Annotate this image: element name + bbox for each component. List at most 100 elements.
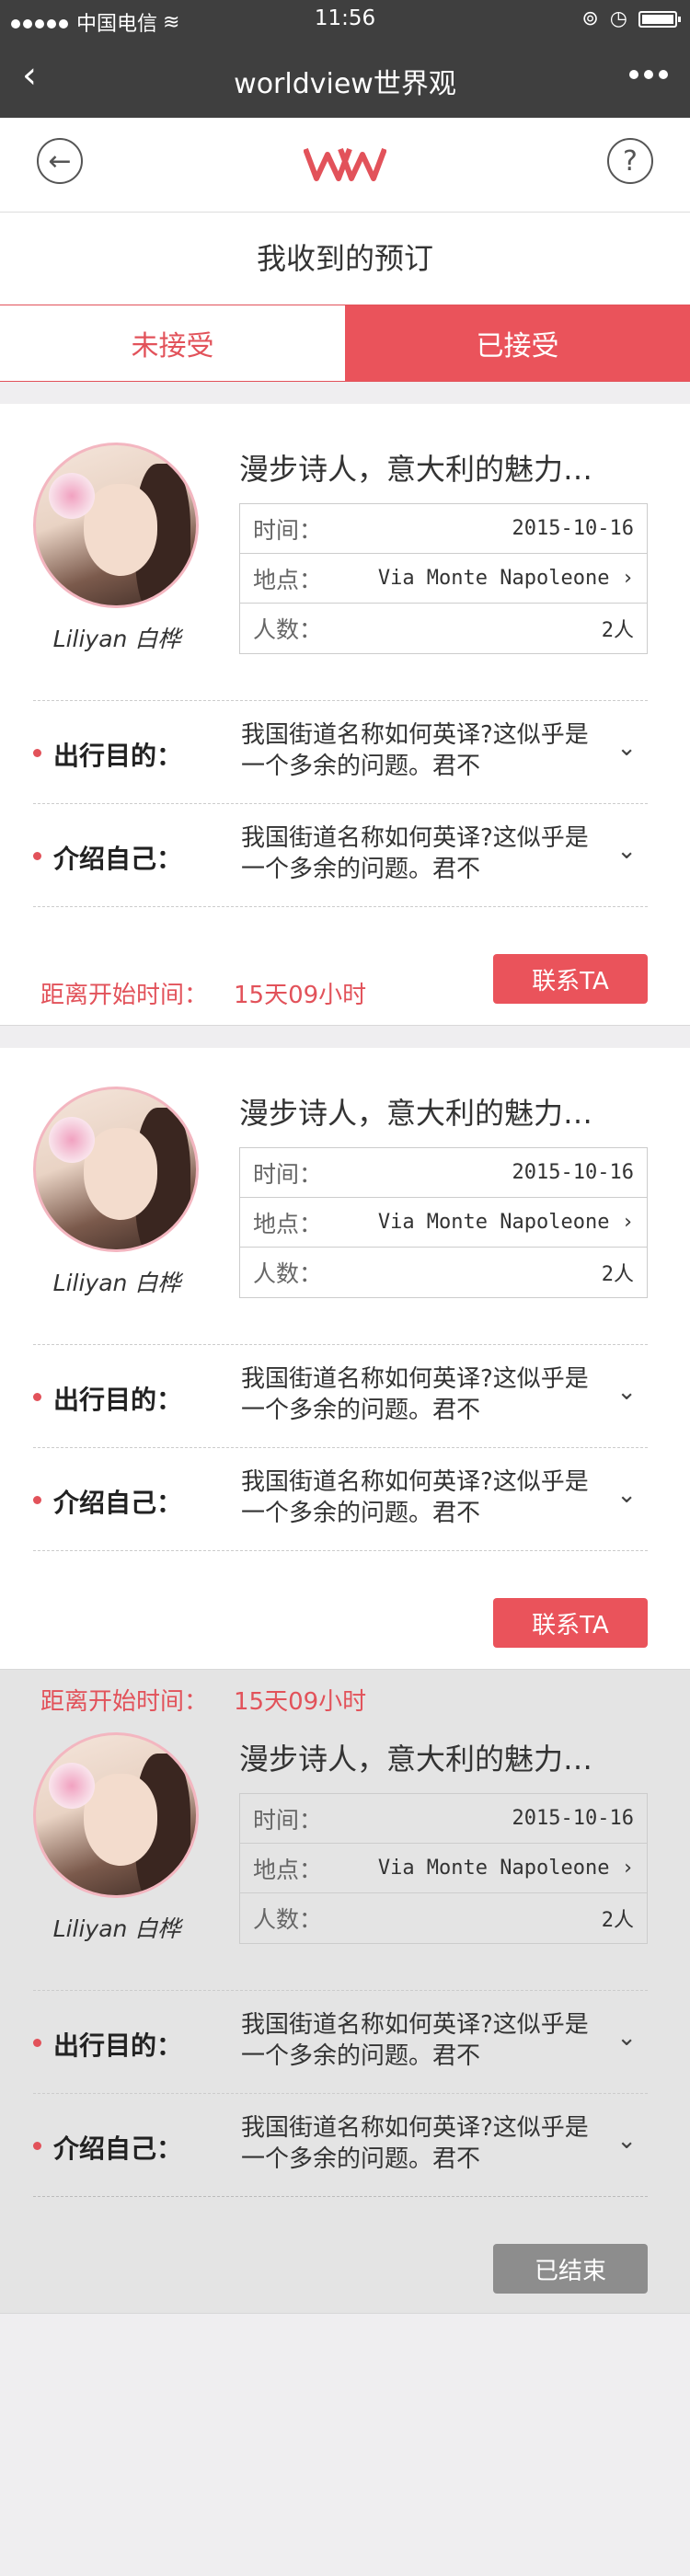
chevron-right-icon: › — [621, 567, 634, 590]
chevron-down-icon[interactable]: ⌄ — [616, 734, 637, 762]
bullet-dot-icon — [33, 1496, 41, 1504]
chevron-right-icon: › — [621, 1211, 634, 1234]
page-title: 我收到的预订 — [0, 213, 690, 305]
intro-row[interactable]: 介绍自己： 我国街道名称如何英译?这似乎是一个多余的问题。君不 ⌄ — [33, 803, 648, 907]
chevron-down-icon[interactable]: ⌄ — [616, 2127, 637, 2155]
countdown-label: 距离开始时间： — [40, 982, 209, 1009]
ended-button: 已结束 — [493, 2244, 648, 2294]
trip-info-table: 时间： 2015-10-16 地点： Via Monte Napoleone › 人… — [239, 503, 648, 654]
bullet-dot-icon — [33, 852, 41, 860]
chevron-down-icon[interactable]: ⌄ — [616, 1481, 637, 1509]
info-row-place[interactable]: 地点： Via Monte Napoleone › — [240, 1198, 647, 1248]
purpose-row[interactable]: 出行目的： 我国街道名称如何英译?这似乎是一个多余的问题。君不 ⌄ — [33, 700, 648, 803]
contact-button[interactable]: 联系TA — [493, 1598, 648, 1648]
trip-title[interactable]: 漫步诗人，意大利的魅力… — [239, 1090, 592, 1133]
info-row-place[interactable]: 地点： Via Monte Napoleone › — [240, 554, 647, 604]
user-name: Liliyan 白桦 — [52, 626, 181, 652]
purpose-text: 我国街道名称如何英译?这似乎是一个多余的问题。君不 — [241, 2011, 589, 2070]
tab-accepted[interactable]: 已接受 — [345, 305, 690, 381]
time-label: 时间： — [253, 516, 323, 544]
avatar — [33, 443, 199, 608]
nav-title: worldview世界观 — [234, 68, 456, 100]
chevron-down-icon[interactable]: ⌄ — [616, 2024, 637, 2052]
app-header: ← ? — [0, 118, 690, 213]
purpose-row[interactable]: 出行目的： 我国街道名称如何英译?这似乎是一个多余的问题。君不 ⌄ — [33, 1990, 648, 2093]
intro-row[interactable]: 介绍自己： 我国街道名称如何英译?这似乎是一个多余的问题。君不 ⌄ — [33, 1447, 648, 1551]
people-value: 2人 — [601, 1263, 634, 1286]
time-value: 2015-10-16 — [512, 517, 634, 540]
booking-card: Liliyan 白桦 漫步诗人，意大利的魅力… 时间： 2015-10-16 地点… — [0, 404, 690, 1026]
avatar — [33, 1732, 199, 1898]
status-bar: 中国电信 ≋ 11:56 ⊚ ◷ — [0, 0, 690, 39]
people-label: 人数： — [253, 616, 323, 643]
trip-info-table: 时间： 2015-10-16 地点： Via Monte Napoleone › 人… — [239, 1793, 648, 1944]
purpose-text: 我国街道名称如何英译?这似乎是一个多余的问题。君不 — [241, 1365, 589, 1424]
worldview-logo — [304, 147, 386, 181]
place-value: Via Monte Napoleone — [377, 1211, 610, 1234]
help-icon[interactable]: ? — [607, 138, 653, 184]
info-row-people: 人数： 2人 — [240, 1893, 647, 1943]
purpose-label: 出行目的： — [53, 1385, 183, 1415]
bullet-dot-icon — [33, 2039, 41, 2047]
bullet-dot-icon — [33, 2142, 41, 2150]
intro-label: 介绍自己： — [53, 844, 183, 874]
time-value: 2015-10-16 — [512, 1807, 634, 1830]
countdown-value: 15天09小时 — [234, 1688, 367, 1716]
avatar — [33, 1087, 199, 1252]
nav-bar: ‹ worldview世界观 — [0, 39, 690, 118]
info-row-people: 人数： 2人 — [240, 1248, 647, 1297]
bullet-dot-icon — [33, 1393, 41, 1401]
trip-info-table: 时间： 2015-10-16 地点： Via Monte Napoleone › 人… — [239, 1147, 648, 1298]
booking-card: Liliyan 白桦 漫步诗人，意大利的魅力… 时间： 2015-10-16 地点… — [0, 1048, 690, 1716]
trip-title[interactable]: 漫步诗人，意大利的魅力… — [239, 1736, 592, 1778]
contact-button[interactable]: 联系TA — [493, 954, 648, 1004]
place-label: 地点： — [253, 1856, 323, 1883]
chevron-right-icon: › — [621, 1857, 634, 1880]
countdown-value: 15天09小时 — [234, 982, 367, 1009]
chevron-down-icon[interactable]: ⌄ — [616, 837, 637, 865]
place-label: 地点： — [253, 566, 323, 593]
countdown: 距离开始时间： 15天09小时 — [40, 1683, 366, 1717]
user-name: Liliyan 白桦 — [52, 1270, 181, 1296]
info-row-place[interactable]: 地点： Via Monte Napoleone › — [240, 1844, 647, 1893]
intro-text: 我国街道名称如何英译?这似乎是一个多余的问题。君不 — [241, 2114, 589, 2173]
purpose-row[interactable]: 出行目的： 我国街道名称如何英译?这似乎是一个多余的问题。君不 ⌄ — [33, 1344, 648, 1447]
time-label: 时间： — [253, 1160, 323, 1188]
place-label: 地点： — [253, 1210, 323, 1237]
countdown: 距离开始时间： 15天09小时 — [40, 976, 366, 1010]
people-label: 人数： — [253, 1260, 323, 1287]
info-row-time: 时间： 2015-10-16 — [240, 1794, 647, 1844]
battery-icon — [638, 10, 681, 28]
orientation-lock-icon: ⊚ — [581, 7, 599, 30]
alarm-icon: ◷ — [609, 7, 627, 30]
status-icons: ⊚ ◷ — [581, 7, 681, 30]
tab-not-accepted[interactable]: 未接受 — [0, 305, 345, 381]
tab-bar: 未接受 已接受 — [0, 305, 690, 382]
people-value: 2人 — [601, 619, 634, 642]
info-row-time: 时间： 2015-10-16 — [240, 504, 647, 554]
place-value: Via Monte Napoleone — [377, 1857, 610, 1880]
trip-title[interactable]: 漫步诗人，意大利的魅力… — [239, 446, 592, 489]
intro-label: 介绍自己： — [53, 2133, 183, 2164]
booking-card-ended: Liliyan 白桦 漫步诗人，意大利的魅力… 时间： 2015-10-16 地点… — [0, 1670, 690, 2314]
people-value: 2人 — [601, 1909, 634, 1932]
intro-text: 我国街道名称如何英译?这似乎是一个多余的问题。君不 — [241, 824, 589, 883]
chevron-down-icon[interactable]: ⌄ — [616, 1378, 637, 1406]
intro-row[interactable]: 介绍自己： 我国街道名称如何英译?这似乎是一个多余的问题。君不 ⌄ — [33, 2093, 648, 2197]
purpose-label: 出行目的： — [53, 741, 183, 771]
purpose-label: 出行目的： — [53, 2030, 183, 2061]
more-menu-icon[interactable] — [629, 70, 668, 79]
time-label: 时间： — [253, 1806, 323, 1834]
intro-text: 我国街道名称如何英译?这似乎是一个多余的问题。君不 — [241, 1468, 589, 1527]
place-value: Via Monte Napoleone — [377, 567, 610, 590]
intro-label: 介绍自己： — [53, 1488, 183, 1518]
time-value: 2015-10-16 — [512, 1161, 634, 1184]
info-row-people: 人数： 2人 — [240, 604, 647, 653]
people-label: 人数： — [253, 1906, 323, 1933]
back-circle-icon[interactable]: ← — [37, 138, 83, 184]
user-name: Liliyan 白桦 — [52, 1915, 181, 1942]
purpose-text: 我国街道名称如何英译?这似乎是一个多余的问题。君不 — [241, 721, 589, 780]
bullet-dot-icon — [33, 749, 41, 757]
countdown-label: 距离开始时间： — [40, 1688, 209, 1716]
info-row-time: 时间： 2015-10-16 — [240, 1148, 647, 1198]
